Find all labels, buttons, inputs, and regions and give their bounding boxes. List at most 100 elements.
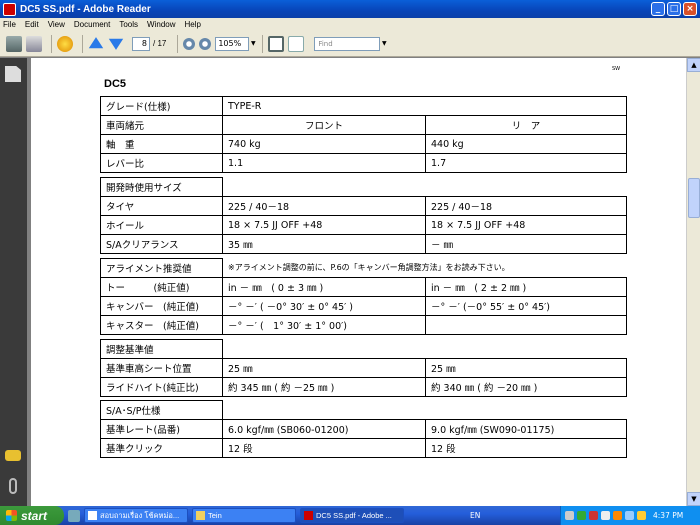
tray-icon[interactable] (589, 511, 598, 520)
quick-launch-icon[interactable] (68, 509, 80, 522)
camber-rear: －° －′ (－0° 55′ ± 0° 45′) (425, 296, 627, 316)
table-row: ライドハイト(純正比) 約 345 ㎜ ( 約 －25 ㎜ ) 約 340 ㎜ … (100, 377, 627, 397)
start-label: start (21, 508, 48, 523)
chevron-down-icon[interactable]: ▼ (380, 37, 388, 51)
axle-label: 軸 重 (100, 134, 223, 154)
menu-edit[interactable]: Edit (25, 20, 39, 29)
scroll-up-icon[interactable]: ▲ (687, 58, 700, 72)
clock[interactable]: 4:37 PM (653, 511, 683, 520)
page-total: / 17 (153, 39, 167, 48)
taskbar-item[interactable]: สอบถามเรื่อง โช้คหม่อ... (84, 508, 188, 523)
menu-view[interactable]: View (48, 20, 65, 29)
table-row: 基準クリック 12 段 12 段 (100, 438, 627, 458)
menu-tools[interactable]: Tools (119, 20, 138, 29)
minimize-button[interactable]: _ (651, 2, 665, 16)
alignment-label: アライメント推奨値 (100, 258, 223, 278)
ride-height-rear: 約 340 ㎜ ( 約 －20 ㎜ ) (425, 377, 627, 397)
clearance-front: 35 ㎜ (222, 234, 426, 254)
wheel-front: 18 × 7.5 JJ OFF +48 (222, 215, 426, 235)
next-page-icon[interactable] (108, 38, 124, 50)
toolbar: 8 / 17 105% ▼ Find ▼ (0, 31, 700, 57)
lever-rear: 1.7 (425, 153, 627, 173)
camber-label: キャンバー (純正値) (100, 296, 223, 316)
clearance-rear: － ㎜ (425, 234, 627, 254)
click-rear: 12 段 (425, 438, 627, 458)
menu-document[interactable]: Document (74, 20, 110, 29)
taskbar-item[interactable]: DC5 SS.pdf - Adobe ... (300, 508, 404, 523)
taskbar: start สอบถามเรื่อง โช้คหม่อ... Tein DC5 … (0, 506, 700, 525)
start-button[interactable]: start (0, 506, 64, 525)
toe-rear: in － ㎜ ( 2 ± 2 ㎜ ) (425, 277, 627, 297)
tray-icon[interactable] (613, 511, 622, 520)
tray-icon[interactable] (625, 511, 634, 520)
print-icon[interactable] (6, 35, 22, 52)
alignment-table: アライメント推奨値 ※アライメント調整の前に、P.6の「キャンバー角調整方法」を… (100, 258, 627, 335)
windows-logo-icon (6, 510, 17, 521)
toe-label: トー (純正値) (100, 277, 223, 297)
table-row: トー (純正値) in － ㎜ ( 0 ± 3 ㎜ ) in － ㎜ ( 2 ±… (100, 277, 627, 297)
pages-icon[interactable] (5, 66, 21, 82)
table-row: 車両緒元 フロント リ ア (100, 115, 627, 135)
email-icon[interactable] (26, 35, 42, 52)
vertical-scrollbar[interactable]: ▲ ▼ (686, 58, 700, 506)
empty-cell (426, 401, 627, 420)
fit-page-icon[interactable] (288, 35, 305, 52)
caster-label: キャスター (純正値) (100, 315, 223, 335)
close-button[interactable]: × (683, 2, 697, 16)
document-area[interactable]: DC5 SW グレード(仕様) TYPE-R 車両緒元 フロント リ ア 軸 重… (27, 58, 686, 506)
empty-cell (426, 178, 627, 197)
scroll-down-icon[interactable]: ▼ (687, 492, 700, 506)
taskbar-item-label: สอบถามเรื่อง โช้คหม่อ... (100, 510, 180, 520)
empty-cell (223, 178, 426, 197)
ride-height-label: ライドハイト(純正比) (100, 377, 223, 397)
tray-icon[interactable] (637, 511, 646, 520)
front-header: フロント (222, 115, 426, 135)
taskbar-item-label: DC5 SS.pdf - Adobe ... (316, 511, 392, 520)
page-number-input[interactable]: 8 (132, 36, 150, 51)
window-title: DC5 SS.pdf - Adobe Reader (20, 3, 151, 15)
document-heading: DC5 (104, 78, 127, 90)
adjustment-table: 調整基準値 基準車高シート位置 25 ㎜ 25 ㎜ ライドハイト(純正比) 約 … (100, 339, 627, 397)
toe-front: in － ㎜ ( 0 ± 3 ㎜ ) (222, 277, 426, 297)
sasp-label: S/A･S/P仕様 (100, 400, 223, 420)
toolbar-separator (262, 34, 264, 53)
find-input[interactable]: Find (314, 36, 381, 51)
zoom-out-icon[interactable] (183, 37, 196, 50)
ride-height-front: 約 345 ㎜ ( 約 －25 ㎜ ) (222, 377, 426, 397)
dev-size-table: 開発時使用サイズ タイヤ 225 / 40－18 225 / 40－18 ホイー… (100, 177, 627, 254)
window-controls: _ □ × (651, 2, 697, 16)
zoom-in-icon[interactable] (199, 37, 212, 50)
language-indicator[interactable]: EN (470, 511, 480, 520)
wheel-rear: 18 × 7.5 JJ OFF +48 (425, 215, 627, 235)
menu-help[interactable]: Help (185, 20, 201, 29)
lever-label: レバー比 (100, 153, 223, 173)
scroll-thumb[interactable] (688, 178, 700, 218)
axle-front: 740 kg (222, 134, 426, 154)
tray-icon[interactable] (601, 511, 610, 520)
tray-icon[interactable] (565, 511, 574, 520)
table-row: 基準レート(品番) 6.0 kgf/㎜ (SB060-01200) 9.0 kg… (100, 419, 627, 439)
menu-window[interactable]: Window (147, 20, 175, 29)
axle-rear: 440 kg (425, 134, 627, 154)
tray-icon[interactable] (577, 511, 586, 520)
taskbar-item[interactable]: Tein (192, 508, 296, 523)
zoom-level-input[interactable]: 105% (215, 36, 250, 51)
system-tray: 4:37 PM (560, 506, 700, 525)
sasp-table: S/A･S/P仕様 基準レート(品番) 6.0 kgf/㎜ (SB060-012… (100, 400, 627, 458)
previous-page-icon[interactable] (88, 37, 104, 49)
tire-rear: 225 / 40－18 (425, 196, 627, 216)
single-page-icon[interactable] (268, 35, 285, 52)
toolbar-separator (51, 34, 52, 53)
rate-label: 基準レート(品番) (100, 419, 223, 439)
table-row: キャスター (純正値) －° －′ ( 1° 30′ ± 1° 00′) (100, 315, 627, 335)
grade-value: TYPE-R (222, 96, 627, 116)
pdf-page: DC5 SW グレード(仕様) TYPE-R 車両緒元 フロント リ ア 軸 重… (31, 58, 686, 506)
title-bar: DC5 SS.pdf - Adobe Reader _ □ × (0, 0, 700, 18)
menu-file[interactable]: File (3, 20, 16, 29)
chevron-down-icon[interactable]: ▼ (249, 37, 257, 51)
table-row: S/Aクリアランス 35 ㎜ － ㎜ (100, 234, 627, 254)
maximize-button[interactable]: □ (667, 2, 681, 16)
hand-tool-icon[interactable] (57, 35, 73, 52)
attachment-icon[interactable] (9, 478, 17, 494)
comment-icon[interactable] (5, 450, 21, 461)
